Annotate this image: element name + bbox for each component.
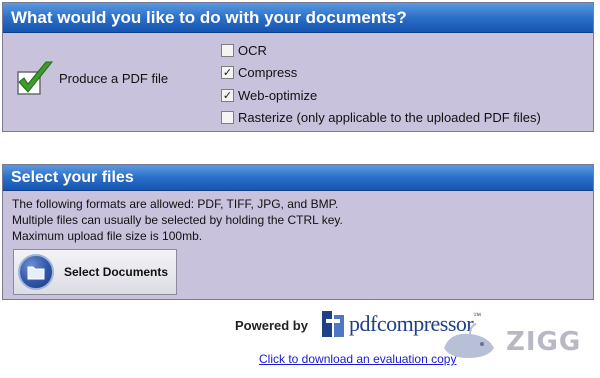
rasterize-checkbox[interactable]	[221, 111, 234, 125]
compress-checkbox[interactable]: ✓	[221, 66, 234, 80]
watermark-text: ZIGG	[506, 327, 582, 357]
pdfcompressor-logo-icon	[322, 311, 344, 337]
ocr-checkbox[interactable]	[221, 43, 234, 57]
folder-icon	[18, 254, 54, 290]
info-line-multiple: Multiple files can usually be selected b…	[12, 213, 343, 227]
options-list: OCR ✓ Compress ✓ Web-optimize Rasterize …	[221, 39, 541, 129]
rasterize-label: Rasterize (only applicable to the upload…	[238, 110, 541, 126]
green-checkmark-icon	[17, 61, 54, 95]
upload-info: The following formats are allowed: PDF, …	[12, 196, 343, 244]
select-files-title: Select your files	[3, 165, 593, 191]
option-ocr[interactable]: OCR	[221, 39, 541, 62]
web-optimize-label: Web-optimize	[238, 87, 318, 103]
option-compress[interactable]: ✓ Compress	[221, 62, 541, 85]
web-optimize-checkbox[interactable]: ✓	[221, 88, 234, 102]
ocr-label: OCR	[238, 42, 267, 58]
powered-by-label: Powered by	[235, 318, 308, 333]
select-files-panel: Select your files The following formats …	[2, 164, 594, 300]
info-line-max-size: Maximum upload file size is 100mb.	[12, 229, 203, 243]
select-documents-button[interactable]: Select Documents	[13, 249, 177, 295]
zigg-watermark: ZIGG	[440, 322, 581, 362]
produce-pdf-label: Produce a PDF file	[59, 70, 169, 86]
produce-pdf-option[interactable]: Produce a PDF file	[15, 58, 168, 98]
compress-label: Compress	[238, 65, 298, 81]
download-evaluation-link[interactable]: Click to download an evaluation copy	[259, 352, 456, 366]
options-panel-title: What would you like to do with your docu…	[3, 3, 593, 33]
select-documents-label: Select Documents	[64, 265, 169, 279]
option-web-optimize[interactable]: ✓ Web-optimize	[221, 84, 541, 107]
option-rasterize[interactable]: Rasterize (only applicable to the upload…	[221, 107, 541, 130]
info-line-formats: The following formats are allowed: PDF, …	[12, 197, 339, 211]
options-panel: What would you like to do with your docu…	[2, 2, 594, 132]
